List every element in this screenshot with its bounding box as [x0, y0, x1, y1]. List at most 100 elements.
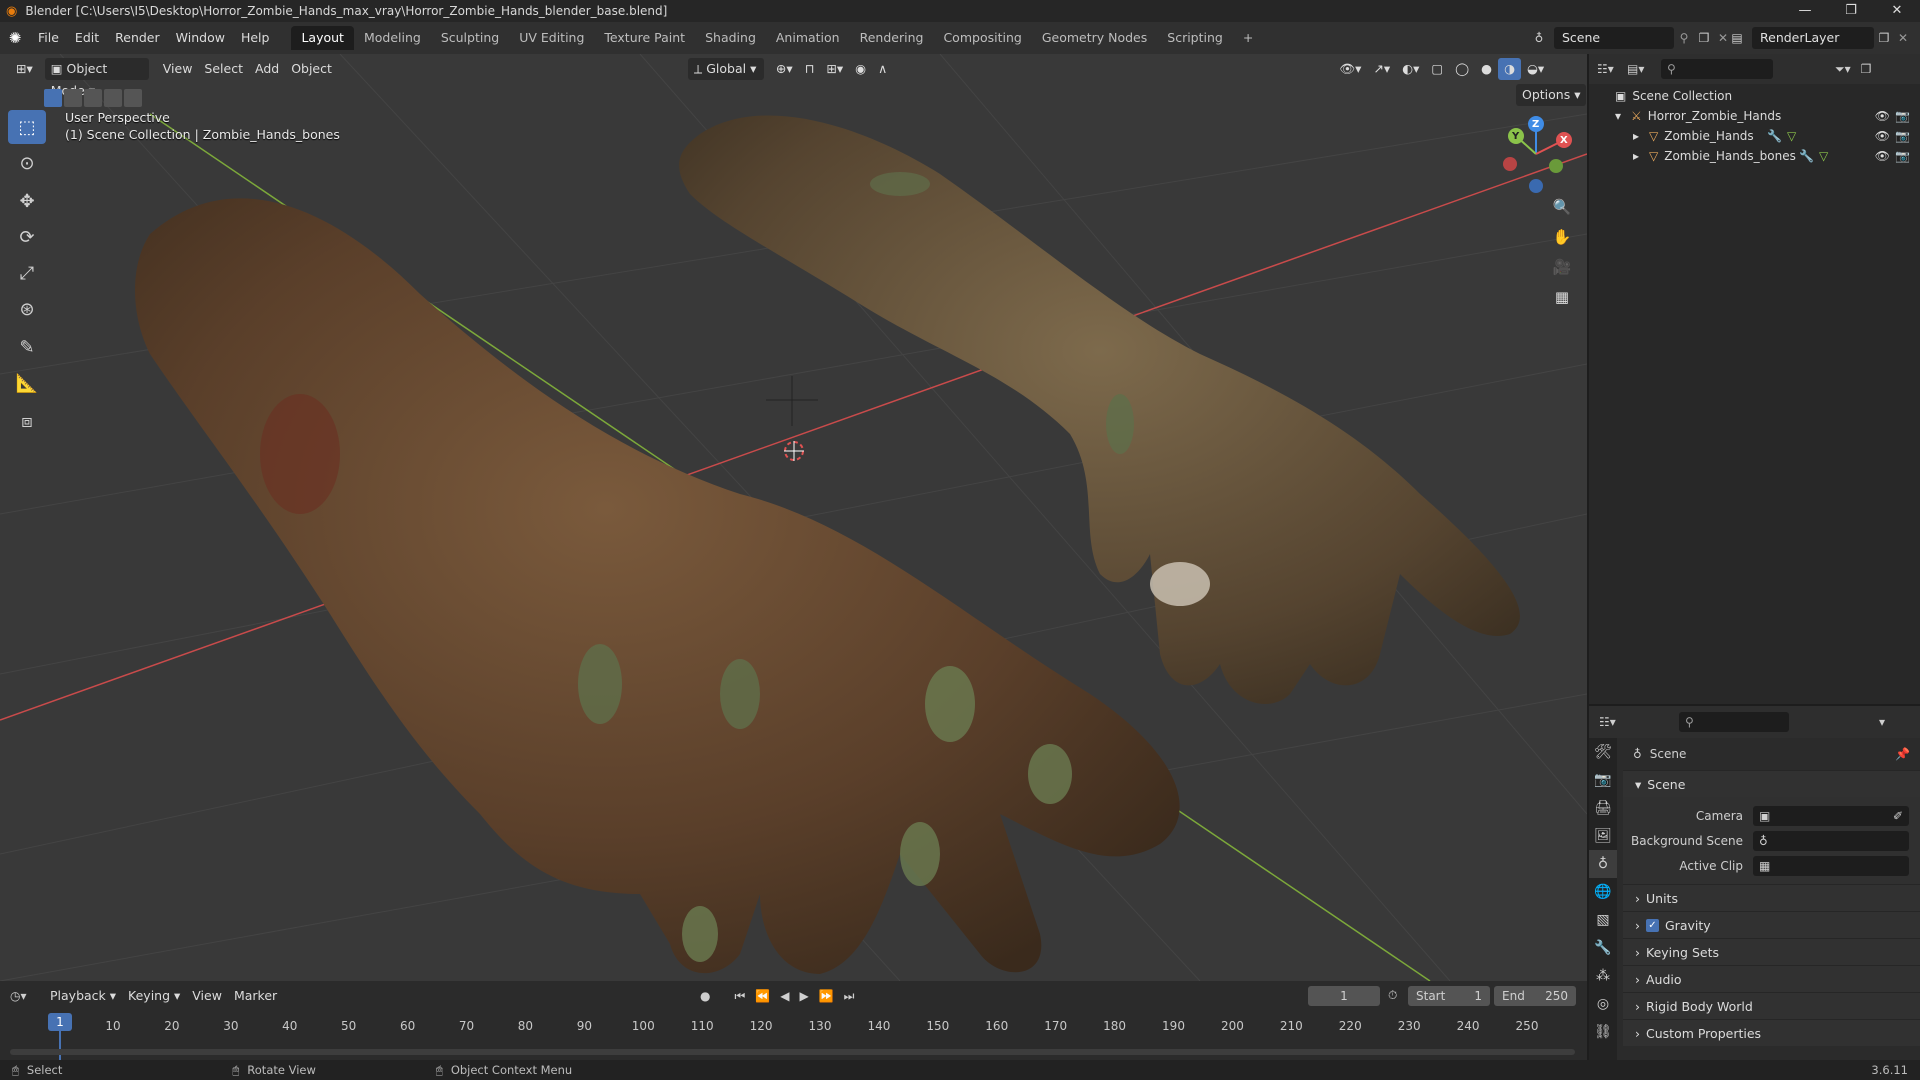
maximize-button[interactable]: ❐	[1828, 0, 1874, 22]
end-frame-field[interactable]: End 250	[1494, 986, 1576, 1006]
outliner-object-row[interactable]: ▸ ▽ Zombie_Hands 🔧 ▽ 👁 📷	[1589, 126, 1920, 146]
select-box-tool-icon[interactable]: ⬚	[8, 110, 46, 144]
panel-audio[interactable]: › Audio	[1623, 965, 1920, 992]
move-tool-icon[interactable]: ✥	[8, 184, 46, 218]
constraints-tab-icon[interactable]: ⛓	[1589, 1018, 1617, 1046]
jump-end-icon[interactable]: ⏭	[844, 989, 855, 1004]
playback-menu[interactable]: Playback ▾	[44, 985, 122, 1007]
cursor-tool-icon[interactable]: ⊙	[8, 146, 46, 180]
expand-arrow-icon[interactable]: ▾	[1615, 109, 1631, 123]
outliner-scene-collection[interactable]: ▣ Scene Collection	[1589, 86, 1920, 106]
tab-compositing[interactable]: Compositing	[933, 26, 1031, 50]
world-tab-icon[interactable]: 🌐	[1589, 878, 1617, 906]
menu-file[interactable]: File	[30, 22, 67, 54]
pin-icon[interactable]: ⚲	[1674, 31, 1694, 45]
tab-animation[interactable]: Animation	[766, 26, 850, 50]
visibility-eye-icon[interactable]: 👁	[1875, 149, 1890, 163]
stopwatch-icon[interactable]: ⏱	[1388, 988, 1397, 1003]
timeline-view-menu[interactable]: View	[186, 985, 228, 1007]
tab-modeling[interactable]: Modeling	[354, 26, 431, 50]
outliner-search-input[interactable]: ⚲	[1661, 59, 1773, 79]
properties-editor-icon[interactable]: ☷▾	[1599, 715, 1629, 729]
view-layer-tab-icon[interactable]: 🖼	[1589, 822, 1617, 850]
proportional-falloff-icon[interactable]: ∧	[872, 58, 893, 80]
prev-keyframe-icon[interactable]: ⏪	[755, 989, 770, 1003]
camera-field[interactable]: ▣ ✐	[1753, 805, 1909, 826]
menu-render[interactable]: Render	[107, 22, 168, 54]
shading-wireframe-icon[interactable]: ◯	[1449, 58, 1475, 80]
pivot-point-icon[interactable]: ⊕▾	[770, 58, 799, 80]
options-chevron-icon[interactable]: ▾	[1879, 715, 1885, 729]
menu-view[interactable]: View	[157, 58, 199, 80]
mesh-data-icon[interactable]: ▽	[1819, 149, 1828, 163]
scene-name-field[interactable]: Scene	[1554, 27, 1674, 49]
delete-view-layer-icon[interactable]: ✕	[1894, 31, 1912, 45]
panel-rigid-body-world[interactable]: › Rigid Body World	[1623, 992, 1920, 1019]
overlays-toggle-icon[interactable]: ◐▾	[1396, 58, 1425, 80]
proportional-edit-icon[interactable]: ◉	[849, 58, 872, 80]
snap-target-icon[interactable]: ⊞▾	[820, 58, 849, 80]
modifier-tab-icon[interactable]: 🔧	[1589, 934, 1617, 962]
tab-uv-editing[interactable]: UV Editing	[509, 26, 594, 50]
new-view-layer-icon[interactable]: ❐	[1874, 31, 1894, 45]
measure-tool-icon[interactable]: 📐	[8, 366, 46, 400]
scene-icon[interactable]: ♁	[1524, 31, 1554, 45]
tab-rendering[interactable]: Rendering	[850, 26, 934, 50]
menu-select[interactable]: Select	[198, 58, 249, 80]
menu-help[interactable]: Help	[233, 22, 278, 54]
shading-solid-icon[interactable]: ●	[1475, 58, 1498, 80]
select-subtract-icon[interactable]	[84, 89, 102, 107]
active-clip-field[interactable]: ▦	[1753, 855, 1909, 876]
gizmo-toggle-icon[interactable]: ↗▾	[1367, 58, 1396, 80]
filter-icon[interactable]: ⏷▾	[1835, 62, 1851, 77]
tab-geometry-nodes[interactable]: Geometry Nodes	[1032, 26, 1157, 50]
select-new-icon[interactable]	[44, 89, 62, 107]
tab-layout[interactable]: Layout	[291, 26, 354, 50]
timeline-scrollbar[interactable]	[10, 1049, 1575, 1055]
visibility-eye-icon[interactable]: 👁	[1875, 109, 1890, 123]
visibility-eye-icon[interactable]: 👁	[1875, 129, 1890, 143]
menu-add[interactable]: Add	[249, 58, 285, 80]
play-icon[interactable]: ▶	[799, 989, 808, 1003]
viewport-scene[interactable]	[0, 54, 1587, 981]
add-workspace-button[interactable]: +	[1233, 26, 1263, 50]
render-camera-icon[interactable]: 📷	[1895, 149, 1910, 163]
ortho-grid-icon[interactable]: ▦	[1547, 282, 1577, 312]
pan-hand-icon[interactable]: ✋	[1547, 222, 1577, 252]
playhead-marker[interactable]: 1	[48, 1013, 72, 1031]
panel-keying-sets[interactable]: › Keying Sets	[1623, 938, 1920, 965]
view-layer-icon[interactable]: ▤	[1722, 31, 1752, 45]
current-frame-field[interactable]: 1	[1308, 986, 1380, 1006]
render-camera-icon[interactable]: 📷	[1895, 109, 1910, 123]
menu-window[interactable]: Window	[168, 22, 233, 54]
record-icon[interactable]: ●	[700, 989, 710, 1003]
shading-rendered-icon[interactable]: ◒▾	[1521, 58, 1550, 80]
mesh-data-icon[interactable]: ▽	[1787, 129, 1796, 143]
mode-select[interactable]: ▣ Object Mode ▾	[44, 58, 149, 98]
keying-menu[interactable]: Keying ▾	[122, 985, 186, 1007]
panel-units[interactable]: › Units	[1623, 884, 1920, 911]
expand-arrow-icon[interactable]: ▸	[1633, 149, 1649, 163]
scale-tool-icon[interactable]: ⤢	[8, 256, 46, 290]
add-cube-tool-icon[interactable]: ⧈	[8, 404, 46, 438]
3d-viewport[interactable]: ⊞▾ ▣ Object Mode ▾ View Select Add Objec…	[0, 54, 1587, 981]
jump-start-icon[interactable]: ⏮	[734, 989, 745, 1004]
menu-edit[interactable]: Edit	[67, 22, 107, 54]
new-scene-icon[interactable]: ❐	[1694, 31, 1714, 45]
rotate-tool-icon[interactable]: ⟳	[8, 220, 46, 254]
view-layer-name-field[interactable]: RenderLayer	[1752, 27, 1874, 49]
menu-object[interactable]: Object	[285, 58, 338, 80]
transform-orientation-select[interactable]: ⟂ Global ▾	[687, 58, 764, 80]
options-dropdown[interactable]: Options ▾	[1516, 84, 1587, 106]
physics-tab-icon[interactable]: ◎	[1589, 990, 1617, 1018]
xray-toggle-icon[interactable]: ▢	[1425, 58, 1449, 80]
gravity-checkbox[interactable]: ✓	[1646, 918, 1659, 932]
marker-menu[interactable]: Marker	[228, 985, 283, 1007]
panel-gravity[interactable]: › ✓ Gravity	[1623, 911, 1920, 938]
eyedropper-icon[interactable]: ✐	[1893, 809, 1903, 823]
outliner-collection-row[interactable]: ▾ ⚔ Horror_Zombie_Hands 👁 📷	[1589, 106, 1920, 126]
new-collection-icon[interactable]: ❐	[1861, 62, 1872, 76]
annotate-tool-icon[interactable]: ✎	[8, 330, 46, 364]
select-invert-icon[interactable]	[104, 89, 122, 107]
modifier-wrench-icon[interactable]: 🔧	[1767, 129, 1782, 143]
